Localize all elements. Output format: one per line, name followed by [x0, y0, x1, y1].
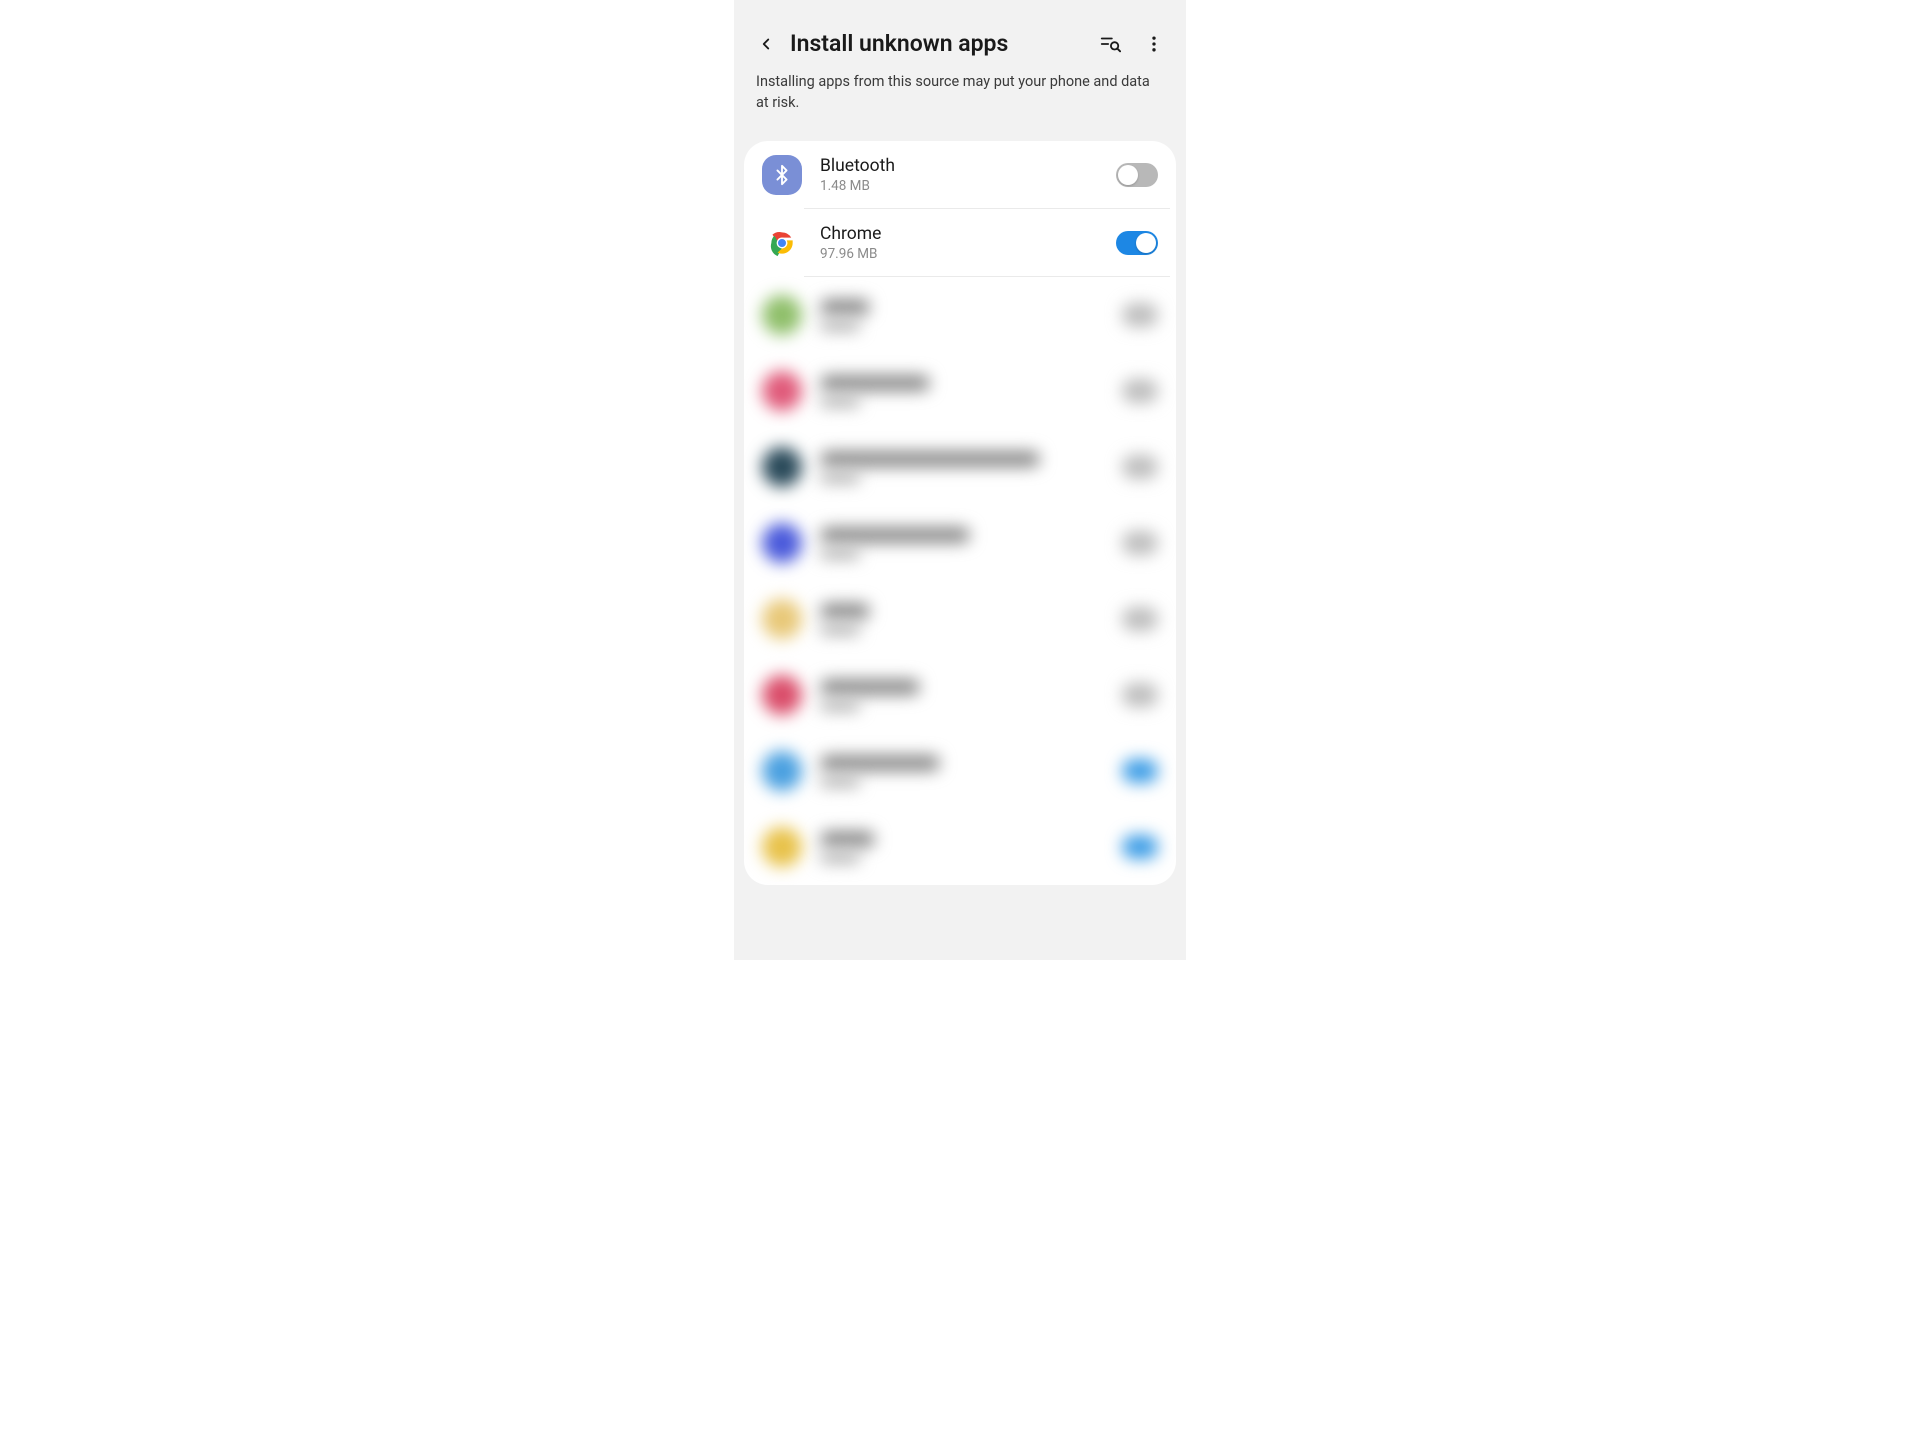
blurred-icon: [762, 523, 802, 563]
blurred-text: [820, 527, 1104, 559]
toggle-knob: [1118, 165, 1138, 185]
toggle-knob: [1136, 233, 1156, 253]
blurred-text: [820, 299, 1104, 331]
blurred-toggle: [1122, 835, 1158, 859]
blurred-icon: [762, 675, 802, 715]
blurred-text: [820, 679, 1104, 711]
app-name: Chrome: [820, 224, 1116, 244]
bluetooth-icon: [762, 155, 802, 195]
page-subtitle: Installing apps from this source may put…: [754, 71, 1166, 113]
blurred-toggle: [1122, 531, 1158, 555]
blurred-toggle: [1122, 379, 1158, 403]
blurred-text: [820, 375, 1104, 407]
blurred-text: [820, 603, 1104, 635]
app-row-blurred: [744, 429, 1176, 505]
app-size: 1.48 MB: [820, 178, 1116, 194]
app-row-blurred: [744, 733, 1176, 809]
app-row-blurred: [744, 505, 1176, 581]
blurred-icon: [762, 751, 802, 791]
settings-screen: Install unknown apps Installing: [734, 0, 1186, 960]
header-row: Install unknown apps: [754, 30, 1166, 57]
app-row-chrome[interactable]: Chrome 97.96 MB: [744, 209, 1176, 277]
page-title: Install unknown apps: [790, 30, 1086, 57]
search-filter-button[interactable]: [1098, 32, 1122, 56]
blurred-apps: [744, 277, 1176, 885]
blurred-icon: [762, 827, 802, 867]
blurred-icon: [762, 295, 802, 335]
blurred-text: [820, 755, 1104, 787]
app-row-blurred: [744, 657, 1176, 733]
blurred-toggle: [1122, 759, 1158, 783]
more-vertical-icon: [1144, 34, 1164, 54]
blurred-toggle: [1122, 455, 1158, 479]
app-row-bluetooth[interactable]: Bluetooth 1.48 MB: [744, 141, 1176, 209]
header-actions: [1098, 32, 1166, 56]
app-row-blurred: [744, 809, 1176, 885]
blurred-icon: [762, 371, 802, 411]
toggle-chrome[interactable]: [1116, 231, 1158, 255]
more-options-button[interactable]: [1142, 32, 1166, 56]
app-info: Chrome 97.96 MB: [820, 224, 1116, 262]
toggle-bluetooth[interactable]: [1116, 163, 1158, 187]
app-row-blurred: [744, 277, 1176, 353]
app-row-blurred: [744, 581, 1176, 657]
blurred-icon: [762, 599, 802, 639]
header: Install unknown apps Installing: [734, 0, 1186, 125]
chrome-icon: [762, 223, 802, 263]
app-size: 97.96 MB: [820, 246, 1116, 262]
blurred-toggle: [1122, 683, 1158, 707]
app-name: Bluetooth: [820, 156, 1116, 176]
search-list-icon: [1099, 33, 1121, 55]
chevron-left-icon: [757, 35, 775, 53]
blurred-toggle: [1122, 607, 1158, 631]
app-info: Bluetooth 1.48 MB: [820, 156, 1116, 194]
back-button[interactable]: [754, 32, 778, 56]
app-list: Bluetooth 1.48 MB Chrome: [744, 141, 1176, 885]
blurred-toggle: [1122, 303, 1158, 327]
app-row-blurred: [744, 353, 1176, 429]
blurred-icon: [762, 447, 802, 487]
blurred-text: [820, 451, 1104, 483]
blurred-text: [820, 831, 1104, 863]
